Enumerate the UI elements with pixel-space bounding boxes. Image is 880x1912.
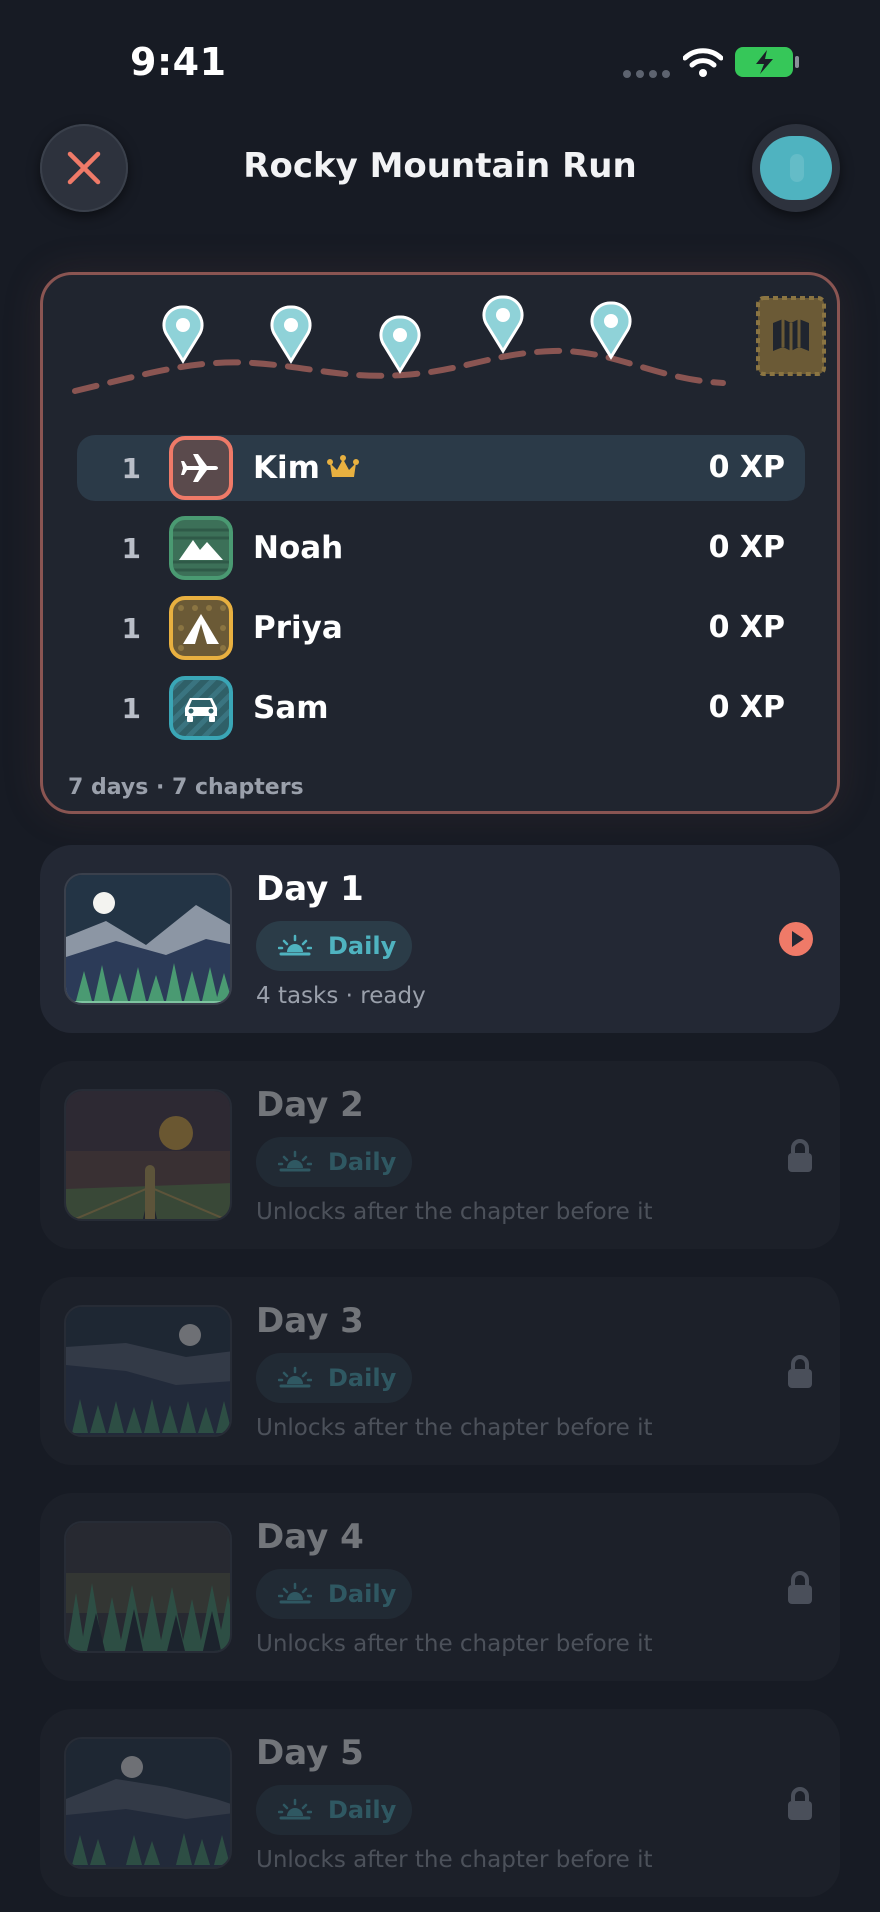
day-subtitle: Unlocks after the chapter before it (256, 1631, 653, 1657)
trail-map (72, 295, 726, 394)
profile-avatar-button[interactable] (752, 124, 840, 212)
day-card[interactable]: Day 3 Daily Unlocks after the chapter be… (40, 1277, 840, 1465)
player-xp: 0 XP (708, 450, 785, 485)
player-xp: 0 XP (708, 530, 785, 565)
day-title: Day 3 (256, 1301, 364, 1341)
lock-icon (788, 1139, 812, 1172)
day-title: Day 4 (256, 1517, 364, 1557)
leaderboard-row[interactable]: 1 Kim 0 XP (77, 435, 805, 501)
journey-summary: 7 days · 7 chapters (68, 775, 304, 800)
play-icon[interactable] (778, 921, 814, 957)
day-subtitle: Unlocks after the chapter before it (256, 1415, 653, 1441)
mountain-icon (169, 516, 233, 580)
lock-icon (788, 1787, 812, 1820)
tent-icon (169, 596, 233, 660)
rank: 1 (121, 692, 141, 725)
player-name: Noah (253, 530, 344, 566)
day-thumbnail-image (64, 873, 232, 1005)
waypoint-pin-icon (162, 305, 204, 364)
day-subtitle: 4 tasks · ready (256, 983, 426, 1009)
sunrise-icon (278, 1366, 312, 1388)
leaderboard-row[interactable]: 1 Priya 0 XP (77, 595, 805, 661)
day-thumbnail-image (64, 1737, 232, 1869)
crown-icon (327, 455, 359, 477)
daily-tag-label: Daily (328, 1148, 397, 1176)
airplane-icon (169, 436, 233, 500)
day-card[interactable]: Day 4 Daily Unlocks after the chapter be… (40, 1493, 840, 1681)
trail-leaderboard-card: 1 Kim 0 XP 1 Noah 0 XP 1 Priya 0 XP 1 Sa… (40, 272, 840, 814)
waypoint-pin-icon (590, 301, 632, 360)
day-subtitle: Unlocks after the chapter before it (256, 1199, 653, 1225)
daily-tag: Daily (256, 921, 412, 971)
rank: 1 (121, 452, 141, 485)
waypoint-pin-icon (482, 295, 524, 354)
daily-tag-label: Daily (328, 1580, 397, 1608)
daily-tag: Daily (256, 1353, 412, 1403)
lock-icon (788, 1355, 812, 1388)
lock-icon (788, 1571, 812, 1604)
daily-tag-label: Daily (328, 1796, 397, 1824)
day-card[interactable]: Day 5 Daily Unlocks after the chapter be… (40, 1709, 840, 1897)
sunrise-icon (278, 1798, 312, 1820)
sunrise-icon (278, 1582, 312, 1604)
day-thumbnail-image (64, 1305, 232, 1437)
cellular-signal-icon (623, 70, 671, 78)
daily-tag-label: Daily (328, 932, 397, 960)
day-title: Day 5 (256, 1733, 364, 1773)
page-title: Rocky Mountain Run (243, 146, 637, 186)
player-name: Kim (253, 450, 320, 486)
daily-tag: Daily (256, 1569, 412, 1619)
day-title: Day 2 (256, 1085, 364, 1125)
leaderboard-row[interactable]: 1 Sam 0 XP (77, 675, 805, 741)
player-xp: 0 XP (708, 610, 785, 645)
sunrise-icon (278, 934, 312, 956)
rank: 1 (121, 612, 141, 645)
day-card[interactable]: Day 2 Daily Unlocks after the chapter be… (40, 1061, 840, 1249)
player-name: Priya (253, 610, 343, 646)
daily-tag-label: Daily (328, 1364, 397, 1392)
status-bar: 9:41 (0, 0, 880, 110)
waypoint-pin-icon (270, 305, 312, 364)
player-name: Sam (253, 690, 329, 726)
avatar (760, 136, 832, 200)
car-icon (169, 676, 233, 740)
player-xp: 0 XP (708, 690, 785, 725)
sunrise-icon (278, 1150, 312, 1172)
map-stamp-icon[interactable] (755, 295, 827, 377)
day-title: Day 1 (256, 869, 364, 909)
leaderboard-row[interactable]: 1 Noah 0 XP (77, 515, 805, 581)
day-thumbnail-image (64, 1521, 232, 1653)
header: Rocky Mountain Run (0, 120, 880, 220)
wifi-icon (683, 48, 723, 77)
status-time: 9:41 (130, 40, 227, 84)
day-thumbnail-image (64, 1089, 232, 1221)
day-subtitle: Unlocks after the chapter before it (256, 1847, 653, 1873)
waypoint-pin-icon (379, 315, 421, 374)
daily-tag: Daily (256, 1785, 412, 1835)
battery-charging-icon (735, 47, 799, 77)
day-card[interactable]: Day 1 Daily 4 tasks · ready (40, 845, 840, 1033)
daily-tag: Daily (256, 1137, 412, 1187)
leaderboard: 1 Kim 0 XP 1 Noah 0 XP 1 Priya 0 XP 1 Sa… (77, 435, 805, 755)
rank: 1 (121, 532, 141, 565)
